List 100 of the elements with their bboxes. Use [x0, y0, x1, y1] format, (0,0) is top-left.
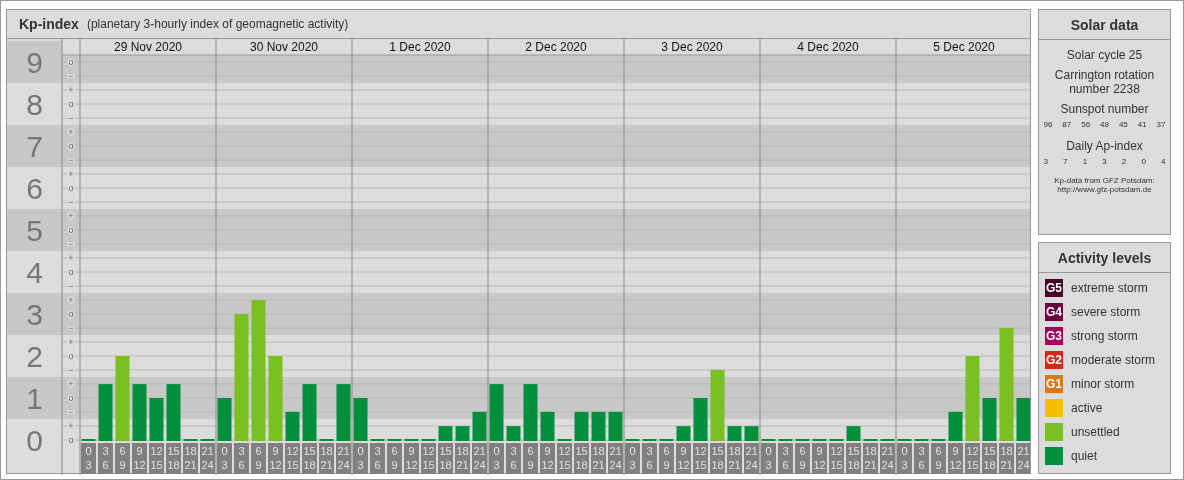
time-range-label: 18 21	[999, 442, 1014, 474]
y-minor-tick-label: −	[68, 406, 74, 417]
y-minor-tick-label: o	[68, 434, 74, 445]
time-range-label: 9 12	[812, 442, 827, 474]
y-minor-tick-label: o	[68, 182, 74, 193]
day-label: 30 Nov 2020	[249, 39, 319, 54]
kp-bar	[676, 426, 691, 441]
level-label: minor storm	[1071, 377, 1135, 391]
kp-bar	[455, 426, 470, 441]
time-range-label: 15 18	[438, 442, 453, 474]
level-label: moderate storm	[1071, 353, 1156, 367]
kp-bar	[880, 438, 895, 441]
time-range-label: 0 3	[625, 442, 640, 474]
x-tick-label: 0 3	[85, 444, 92, 471]
panel-subtitle: (planetary 3-hourly index of geomagnetic activity)	[86, 16, 349, 31]
ap-value: 2	[1121, 157, 1127, 166]
y-minor-tick-label: +	[68, 84, 74, 95]
y-minor-tick-label: −	[68, 112, 74, 123]
time-range-label: 18 21	[863, 442, 878, 474]
time-range-label: 6 9	[523, 442, 538, 474]
time-range-label: 18 21	[455, 442, 470, 474]
time-range-label: 6 9	[659, 442, 674, 474]
y-minor-tick-label: −	[68, 364, 74, 375]
kp-bar	[336, 384, 351, 441]
level-swatch: G1	[1045, 375, 1063, 393]
sunspot-value: 45	[1118, 120, 1128, 129]
time-range-label: 21 24	[200, 442, 215, 474]
time-range-label: 18 21	[727, 442, 742, 474]
y-minor-tick-label: −	[68, 154, 74, 165]
kp-bar	[931, 438, 946, 441]
time-range-label: 12 15	[693, 442, 708, 474]
kp-bar	[200, 438, 215, 441]
time-range-label: 3 6	[642, 442, 657, 474]
time-range-label: 3 6	[234, 442, 249, 474]
y-axis-label: 6	[26, 171, 43, 205]
y-minor-tick-label: −	[68, 322, 74, 333]
time-range-label: 21 24	[744, 442, 759, 474]
kp-bar	[795, 438, 810, 441]
time-range-label: 15 18	[982, 442, 997, 474]
y-axis-label: 0	[26, 423, 43, 457]
day-label: 2 Dec 2020	[525, 39, 587, 54]
y-axis-label: 4	[26, 255, 43, 289]
kp-bar	[744, 426, 759, 441]
y-minor-tick-label: o	[68, 266, 74, 277]
x-tick-label: 0 3	[357, 444, 364, 471]
time-range-label: 12 15	[557, 442, 572, 474]
ap-value: 0	[1141, 157, 1146, 166]
time-range-label: 6 9	[115, 442, 130, 474]
y-minor-tick-label: +	[68, 336, 74, 347]
time-range-label: 0 3	[81, 442, 96, 474]
time-range-label: 0 3	[353, 442, 368, 474]
kp-bar	[625, 438, 640, 441]
y-minor-tick-label: +	[68, 126, 74, 137]
time-range-label: 18 21	[319, 442, 334, 474]
time-range-label: 18 21	[183, 442, 198, 474]
kp-bar	[778, 438, 793, 441]
sunspot-value: 37	[1156, 120, 1166, 129]
day-label: 4 Dec 2020	[797, 39, 859, 54]
kp-bar	[387, 438, 402, 441]
day-label: 5 Dec 2020	[933, 39, 995, 54]
y-axis-label: 7	[26, 129, 43, 163]
x-tick-label: 0 3	[629, 444, 636, 471]
time-range-label: 9 12	[132, 442, 147, 474]
time-range-label: 6 9	[795, 442, 810, 474]
time-range-label: 12 15	[829, 442, 844, 474]
kp-bar	[812, 438, 827, 441]
y-minor-tick-label: −	[68, 70, 74, 81]
y-minor-tick-label: o	[68, 140, 74, 151]
solar-cycle-text: Solar cycle 25	[1066, 48, 1143, 62]
time-range-label: 6 9	[931, 442, 946, 474]
time-range-label: 15 18	[710, 442, 725, 474]
y-axis-label: 8	[26, 87, 43, 121]
y-minor-tick-label: +	[68, 378, 74, 389]
time-range-label: 6 9	[251, 442, 266, 474]
carrington-text: Carrington rotation number 2238	[1053, 68, 1156, 96]
time-range-label: 3 6	[778, 442, 793, 474]
x-tick-label: 6 9	[255, 444, 262, 471]
time-range-label: 3 6	[506, 442, 521, 474]
ap-value: 7	[1063, 157, 1068, 166]
kp-bar	[438, 426, 453, 441]
time-range-label: 9 12	[268, 442, 283, 474]
x-tick-label: 3 6	[238, 444, 245, 471]
time-range-label: 0 3	[897, 442, 912, 474]
x-tick-label: 6 9	[799, 444, 806, 471]
panel-title: Solar data	[1039, 10, 1170, 40]
time-range-label: 18 21	[591, 442, 606, 474]
time-range-label: 0 3	[489, 442, 504, 474]
kp-bar	[404, 438, 419, 441]
kp-bar	[319, 438, 334, 441]
time-range-label: 9 12	[404, 442, 419, 474]
kp-bar	[166, 384, 181, 441]
day-label: 1 Dec 2020	[389, 39, 451, 54]
kp-bar	[863, 438, 878, 441]
y-minor-tick-label: −	[68, 280, 74, 291]
kp-bar	[98, 384, 113, 441]
y-axis-label: 9	[26, 45, 43, 79]
x-tick-label: 6 9	[527, 444, 534, 471]
kp-bar	[914, 438, 929, 441]
x-tick-label: 6 9	[935, 444, 942, 471]
x-tick-label: 0 3	[221, 444, 228, 471]
